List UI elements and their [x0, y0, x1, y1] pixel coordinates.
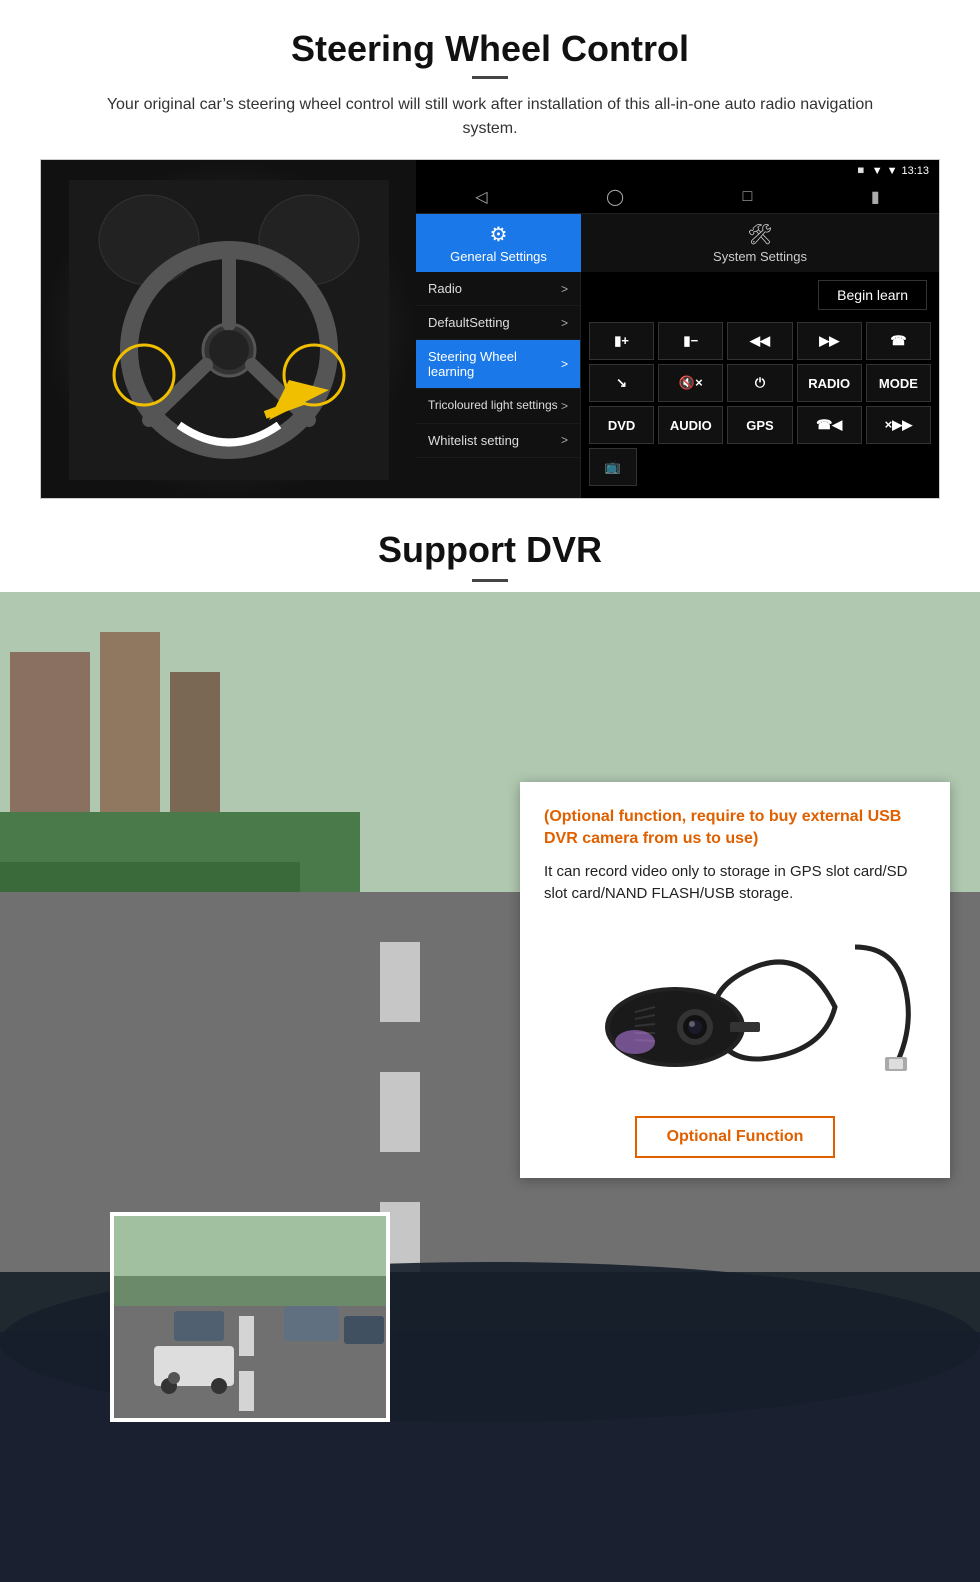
btn-row-2: ↘ 🔇× ⏻ RADIO MODE — [589, 364, 931, 402]
btn-row-1: ▮+ ▮− ◀◀ ▶▶ ☎ — [589, 322, 931, 360]
android-statusbar: ◽ ▼ ▼ 13:13 — [416, 160, 939, 181]
menu-item-default[interactable]: DefaultSetting > — [416, 306, 580, 340]
chevron-icon: > — [561, 357, 568, 371]
begin-learn-button[interactable]: Begin learn — [818, 280, 927, 310]
dvr-camera-thumbnail — [110, 1212, 390, 1422]
android-right-panel: Begin learn ▮+ ▮− ◀◀ ▶▶ ☎ ↘ — [581, 272, 939, 498]
tab-system-label: System Settings — [713, 249, 807, 264]
next-btn[interactable]: ▶▶ — [797, 322, 862, 360]
power-btn[interactable]: ⏻ — [727, 364, 792, 402]
menu-steering-label: Steering Wheel learning — [428, 349, 561, 379]
prev-btn[interactable]: ◀◀ — [727, 322, 792, 360]
begin-learn-row: Begin learn — [581, 272, 939, 318]
menu-item-tricoloured[interactable]: Tricoloured light settings > — [416, 389, 580, 424]
mode-btn[interactable]: MODE — [866, 364, 931, 402]
menu-item-radio[interactable]: Radio > — [416, 272, 580, 306]
dvr-title-area: Support DVR — [0, 499, 980, 592]
menu-default-label: DefaultSetting — [428, 315, 510, 330]
extra-btn[interactable]: 📺 — [589, 448, 637, 486]
chevron-icon: > — [561, 282, 568, 296]
optional-function-button[interactable]: Optional Function — [635, 1116, 835, 1158]
status-time: 13:13 — [901, 165, 929, 177]
menu-radio-label: Radio — [428, 281, 462, 296]
tab-general-label: General Settings — [450, 249, 547, 264]
dvr-title-divider — [472, 579, 508, 582]
chevron-icon: > — [561, 316, 568, 330]
phone-btn[interactable]: ☎ — [866, 322, 931, 360]
android-body: Radio > DefaultSetting > Steering Wheel … — [416, 272, 939, 498]
steering-content-area: ◽ ▼ ▼ 13:13 ◁ ◯ □ ▮ ⚙ General Settings 🛠 — [40, 159, 940, 499]
steering-subtitle: Your original car’s steering wheel contr… — [80, 93, 900, 141]
dvr-section: Support DVR — [0, 499, 980, 1582]
mute-btn[interactable]: 🔇× — [658, 364, 723, 402]
android-ui: ◽ ▼ ▼ 13:13 ◁ ◯ □ ▮ ⚙ General Settings 🛠 — [416, 160, 939, 498]
steering-section: Steering Wheel Control Your original car… — [0, 0, 980, 499]
android-nav-bar: ◁ ◯ □ ▮ — [416, 181, 939, 214]
dvd-btn[interactable]: DVD — [589, 406, 654, 444]
vol-down-btn[interactable]: ▮− — [658, 322, 723, 360]
menu-item-whitelist[interactable]: Whitelist setting > — [416, 424, 580, 458]
recents-icon[interactable]: □ — [743, 188, 753, 206]
back-icon[interactable]: ◁ — [475, 187, 487, 207]
steering-title: Steering Wheel Control — [40, 28, 940, 70]
radio-btn[interactable]: RADIO — [797, 364, 862, 402]
phone-prev-btn[interactable]: ☎◀ — [797, 406, 862, 444]
tab-general-settings[interactable]: ⚙ General Settings — [416, 214, 581, 272]
gear-icon: ⚙ — [490, 222, 508, 247]
dvr-camera-image — [544, 922, 926, 1102]
dvr-optional-notice: (Optional function, require to buy exter… — [544, 806, 926, 851]
hangup-btn[interactable]: ↘ — [589, 364, 654, 402]
dvr-main-area: (Optional function, require to buy exter… — [0, 592, 980, 1582]
wifi-icon: ▼ — [872, 165, 883, 177]
mute-next-btn[interactable]: ×▶▶ — [866, 406, 931, 444]
signal-icon: ▼ — [887, 165, 898, 177]
menu-icon[interactable]: ▮ — [871, 187, 880, 207]
dvr-title: Support DVR — [0, 529, 980, 571]
vol-up-btn[interactable]: ▮+ — [589, 322, 654, 360]
btn-row-3: DVD AUDIO GPS ☎◀ ×▶▶ — [589, 406, 931, 444]
steering-photo — [41, 160, 416, 499]
menu-tricoloured-label: Tricoloured light settings — [428, 398, 558, 414]
title-divider — [472, 76, 508, 79]
btn-row-4: 📺 — [589, 448, 931, 486]
menu-whitelist-label: Whitelist setting — [428, 433, 519, 448]
android-tabs: ⚙ General Settings 🛠 System Settings — [416, 214, 939, 272]
location-icon: ◽ — [854, 164, 868, 177]
system-icon: 🛠 — [747, 222, 772, 247]
menu-item-steering-learning[interactable]: Steering Wheel learning > — [416, 340, 580, 389]
control-buttons-grid: ▮+ ▮− ◀◀ ▶▶ ☎ ↘ 🔇× ⏻ RADIO MODE — [581, 318, 939, 490]
chevron-icon: > — [561, 433, 568, 447]
tab-system-settings[interactable]: 🛠 System Settings — [581, 214, 939, 272]
dvr-info-card: (Optional function, require to buy exter… — [520, 782, 950, 1178]
chevron-icon: > — [561, 399, 568, 413]
audio-btn[interactable]: AUDIO — [658, 406, 723, 444]
home-icon[interactable]: ◯ — [606, 187, 624, 207]
android-menu: Radio > DefaultSetting > Steering Wheel … — [416, 272, 581, 498]
gps-btn[interactable]: GPS — [727, 406, 792, 444]
dvr-thumbnail-inner — [114, 1216, 386, 1418]
dvr-description: It can record video only to storage in G… — [544, 861, 926, 906]
